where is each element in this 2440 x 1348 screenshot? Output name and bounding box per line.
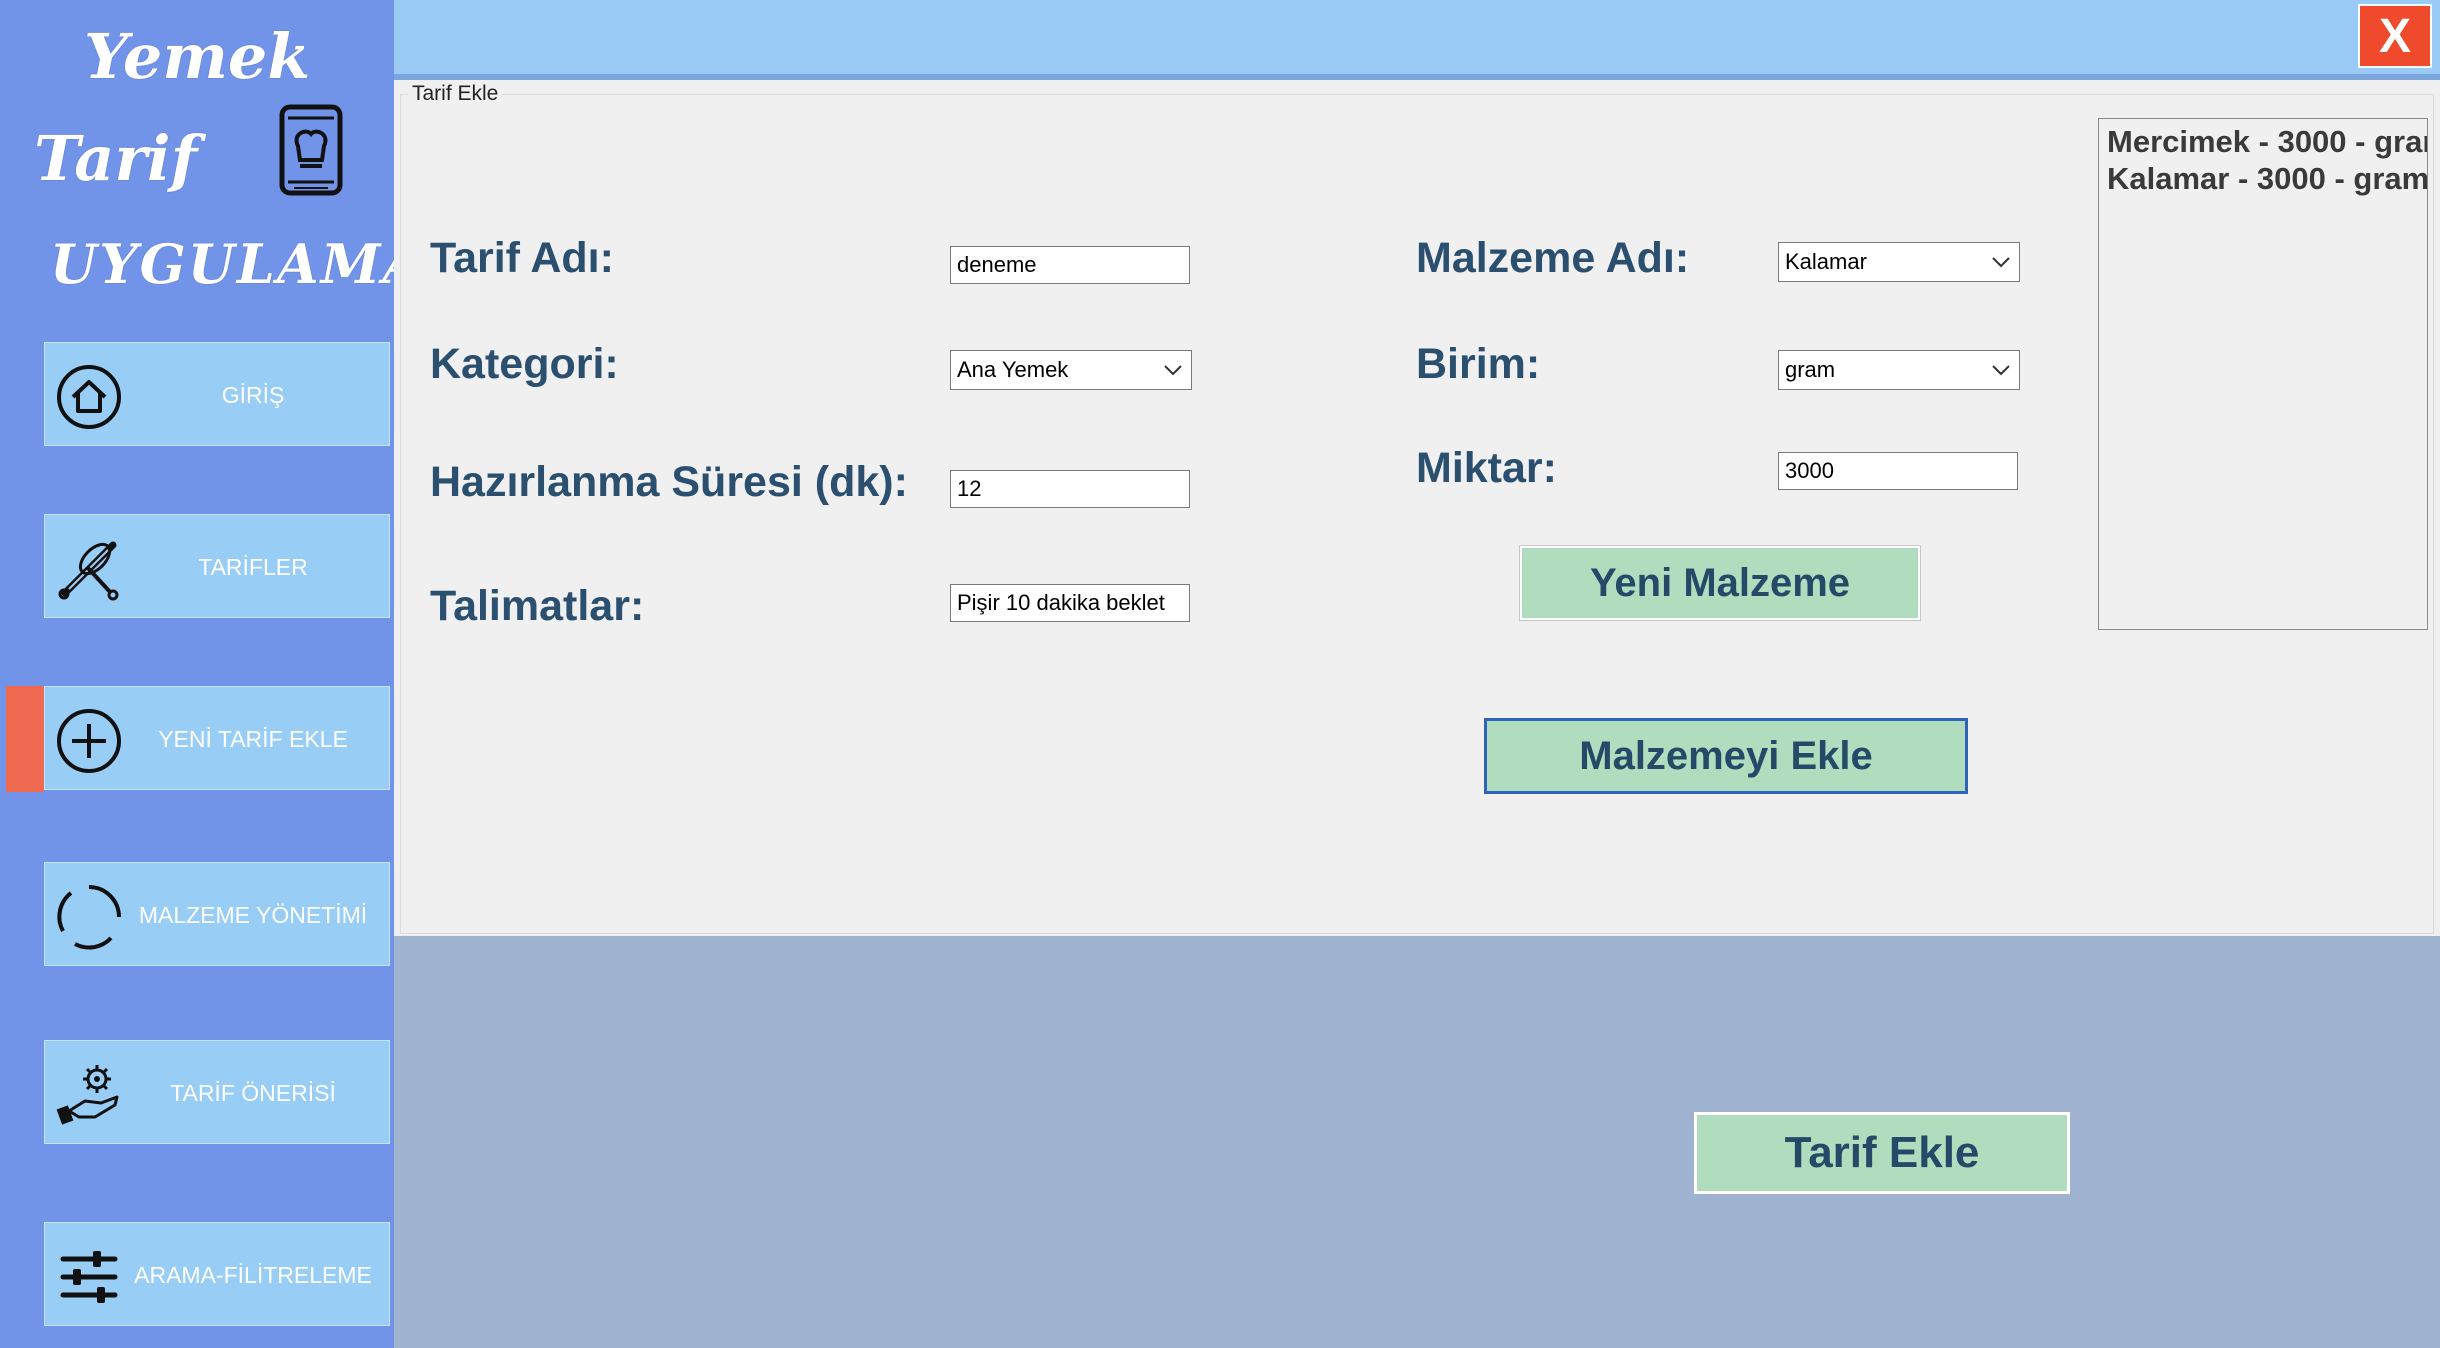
nav-label-tarif-onerisi: TARİF ÖNERİSİ bbox=[170, 1079, 336, 1106]
chevron-down-icon bbox=[1164, 365, 1182, 376]
ingredient-name-selected-value: Kalamar bbox=[1785, 249, 1867, 274]
group-box-title: Tarif Ekle bbox=[408, 82, 503, 106]
category-label: Kategori: bbox=[430, 340, 619, 388]
nav-label-tarifler: TARİFLER bbox=[198, 553, 308, 580]
nav-label-malzeme-yonetimi: MALZEME YÖNETİMİ bbox=[138, 901, 368, 928]
nav-label-arama-filitreleme: ARAMA-FİLİTRELEME bbox=[134, 1261, 372, 1288]
recipe-book-icon bbox=[279, 104, 343, 196]
sidebar: Yemek Tarif UYGULAMASI GİRİŞ TARİFLER YE… bbox=[0, 0, 493, 1348]
loading-circle-icon bbox=[57, 885, 121, 950]
category-selected-value: Ana Yemek bbox=[957, 357, 1069, 382]
list-item[interactable]: Mercimek - 3000 - gram bbox=[2107, 123, 2427, 160]
app-logo-word-1: Yemek bbox=[84, 20, 311, 93]
nav-label-giris: GİRİŞ bbox=[221, 381, 285, 408]
home-icon bbox=[57, 365, 121, 429]
prep-time-label: Hazırlanma Süresi (dk): bbox=[430, 458, 908, 506]
unit-selected-value: gram bbox=[1785, 357, 1836, 382]
whisk-rolling-pin-icon bbox=[58, 541, 119, 601]
ingredient-name-select[interactable]: Kalamar bbox=[1778, 242, 2020, 282]
nav-label-yeni-tarif-ekle: YENİ TARİF EKLE bbox=[158, 725, 348, 752]
unit-label: Birim: bbox=[1416, 340, 1541, 388]
plus-circle-icon bbox=[57, 709, 121, 773]
top-bar bbox=[394, 0, 2440, 74]
prep-time-input[interactable] bbox=[950, 470, 1190, 508]
add-ingredient-button[interactable]: Malzemeyi Ekle bbox=[1484, 718, 1968, 794]
active-nav-marker bbox=[6, 686, 44, 792]
app-logo-word-2: Tarif bbox=[34, 122, 198, 195]
list-item[interactable]: Kalamar - 3000 - gram bbox=[2107, 160, 2427, 197]
chevron-down-icon bbox=[1992, 365, 2010, 376]
recipe-name-label: Tarif Adı: bbox=[430, 234, 614, 282]
nav-item-arama-filitreleme[interactable]: ARAMA-FİLİTRELEME bbox=[44, 1222, 390, 1326]
nav-item-tarif-onerisi[interactable]: TARİF ÖNERİSİ bbox=[44, 1040, 390, 1144]
nav-item-tarifler[interactable]: TARİFLER bbox=[44, 514, 390, 618]
instructions-label: Talimatlar: bbox=[430, 582, 645, 630]
hand-gear-icon bbox=[56, 1065, 119, 1125]
add-recipe-button[interactable]: Tarif Ekle bbox=[1694, 1112, 2070, 1194]
nav-item-giris[interactable]: GİRİŞ bbox=[44, 342, 390, 446]
instructions-input[interactable] bbox=[950, 584, 1190, 622]
unit-select[interactable]: gram bbox=[1778, 350, 2020, 390]
nav-item-yeni-tarif-ekle[interactable]: YENİ TARİF EKLE bbox=[44, 686, 390, 790]
close-button[interactable]: X bbox=[2358, 4, 2432, 68]
nav-item-malzeme-yonetimi[interactable]: MALZEME YÖNETİMİ bbox=[44, 862, 390, 966]
ingredient-listbox[interactable]: Mercimek - 3000 - gram Kalamar - 3000 - … bbox=[2098, 118, 2428, 630]
sliders-icon bbox=[60, 1251, 118, 1303]
new-ingredient-button[interactable]: Yeni Malzeme bbox=[1519, 545, 1921, 621]
chevron-down-icon bbox=[1992, 257, 2010, 268]
recipe-name-input[interactable] bbox=[950, 246, 1190, 284]
ingredient-name-label: Malzeme Adı: bbox=[1416, 234, 1690, 282]
amount-input[interactable] bbox=[1778, 452, 2018, 490]
category-select[interactable]: Ana Yemek bbox=[950, 350, 1192, 390]
amount-label: Miktar: bbox=[1416, 444, 1557, 492]
